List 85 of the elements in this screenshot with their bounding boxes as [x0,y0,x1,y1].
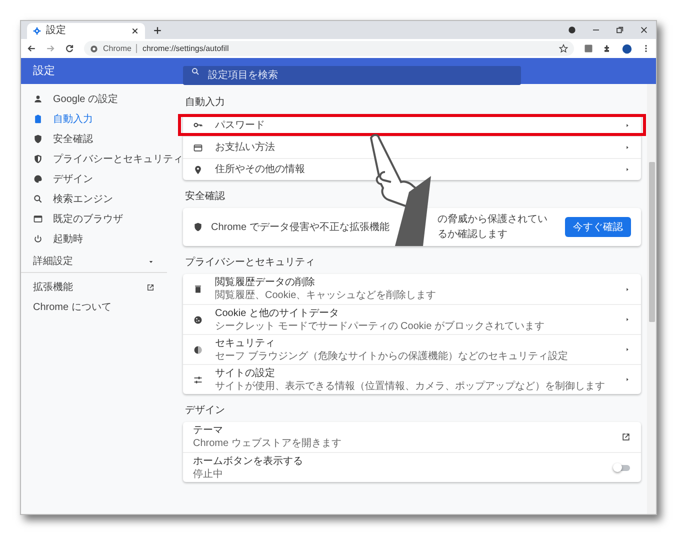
chevron-right-icon [624,286,631,292]
browser-tab[interactable]: 設定 [27,23,145,39]
scrollbar-thumb[interactable] [648,162,654,322]
shield-icon [33,134,43,144]
cookie-icon [193,314,203,324]
sidebar-link[interactable]: 拡張機能 [21,277,167,297]
puzzle-icon [603,44,612,53]
url-text: chrome://settings/autofill [142,44,229,52]
chevron-right-icon [624,316,631,323]
safety-check-text: Chrome でデータ侵害や不正な拡張機能 [211,220,390,234]
chevron-right-icon [624,122,631,128]
autofill-row[interactable]: パスワード [178,114,646,136]
site-label: Chrome [103,44,132,52]
search-icon [33,194,43,204]
privacy-row[interactable]: サイトの設定 サイトが使用、表示できる情報（位置情報、カメラ、ポップアップなど）を制御します [183,364,641,394]
reload-icon [65,44,74,53]
sliders-icon [193,374,203,384]
sidebar-item[interactable]: プライバシーとセキュリティ [21,149,179,169]
row-title: ホームボタンを表示する [193,454,304,468]
sidebar-item[interactable]: Google の設定 [21,89,179,109]
sidebar-item[interactable]: 安全確認 [21,129,179,149]
row-description: 停止中 [193,468,224,480]
row-title: サイトの設定 [215,366,276,380]
check-now-button[interactable]: 今すぐ確認 [565,217,631,237]
row-description: Chrome ウェブストアを開きます [193,437,342,450]
credit-card-icon [193,142,203,152]
section-heading: 安全確認 [185,192,225,202]
section-heading: プライバシーとセキュリティ [185,258,315,268]
circle-icon [568,26,576,34]
external-link-icon [146,282,155,292]
sidebar-item[interactable]: 自動入力 [21,109,179,129]
tab-title: 設定 [46,26,67,36]
close-icon [131,27,139,35]
section-heading: 自動入力 [185,98,225,108]
toggle-switch[interactable] [613,463,631,472]
more-menu-icon [642,44,650,53]
design-row[interactable]: ホームボタンを表示する 停止中 [183,452,641,482]
row-description: セーフ ブラウジング（危険なサイトからの保護機能）などのセキュリティ設定 [215,350,569,362]
shield-icon [193,222,203,232]
address-bar[interactable]: Chrome chrome://settings/autofill [84,41,574,56]
row-title: テーマ [193,424,224,437]
avatar-icon [622,44,632,54]
row-title: セキュリティ [215,336,276,350]
row-description: サイトが使用、表示できる情報（位置情報、カメラ、ポップアップなど）を制御します [215,380,606,392]
chevron-right-icon [624,346,631,353]
back-arrow-icon [27,44,36,53]
sidebar-item[interactable]: 既定のブラウザ [21,209,179,229]
row-title: 閲覧履歴データの削除 [215,276,316,289]
advanced-settings-toggle[interactable]: 詳細設定 [21,251,167,273]
privacy-row[interactable]: Cookie と他のサイトデータ シークレット モードでサードパーティの Cookie がブロックされています [183,304,641,334]
sidebar-link[interactable]: Chrome について [21,297,167,317]
search-field[interactable]: 設定項目を検索 [183,66,521,84]
shield-icon [33,154,43,164]
gear-icon [33,27,41,35]
chevron-right-icon [624,376,631,383]
trash-icon [193,284,203,294]
forward-arrow-icon [46,44,55,53]
browser-window-icon [33,214,43,224]
chevron-right-icon [624,166,631,173]
row-title: Cookie と他のサイトデータ [215,306,340,320]
row-description: 閲覧履歴、Cookie、キャッシュなどを削除します [215,289,438,302]
clipboard-icon [33,114,43,124]
design-row[interactable]: テーマ Chrome ウェブストアを開きます [183,422,641,452]
chrome-logo-icon [90,44,98,52]
restore-icon [616,26,624,34]
page-title: 設定 [32,64,56,79]
sidebar-item[interactable]: 検索エンジン [21,189,179,209]
safety-check-text: の脅威から保護されているか確認します [437,212,548,242]
row-description: シークレット モードでサードパーティの Cookie がブロックされています [215,320,546,332]
sidebar-item[interactable]: デザイン [21,169,179,189]
privacy-row[interactable]: 閲覧履歴データの削除 閲覧履歴、Cookie、キャッシュなどを削除します [183,274,641,304]
location-pin-icon [193,164,203,174]
power-icon [33,234,43,244]
person-icon [33,94,43,104]
extension-square-icon [584,44,593,53]
privacy-row[interactable]: セキュリティ セーフ ブラウジング（危険なサイトからの保護機能）などのセキュリティ設定 [183,334,641,364]
star-icon [559,44,568,53]
sidebar-item[interactable]: 起動時 [21,229,179,249]
key-icon [193,120,203,130]
chevron-right-icon [624,144,631,151]
new-tab-icon [153,26,162,35]
search-icon [191,66,200,76]
external-link-icon [621,432,631,442]
close-icon [640,26,648,34]
section-heading: デザイン [185,406,225,416]
